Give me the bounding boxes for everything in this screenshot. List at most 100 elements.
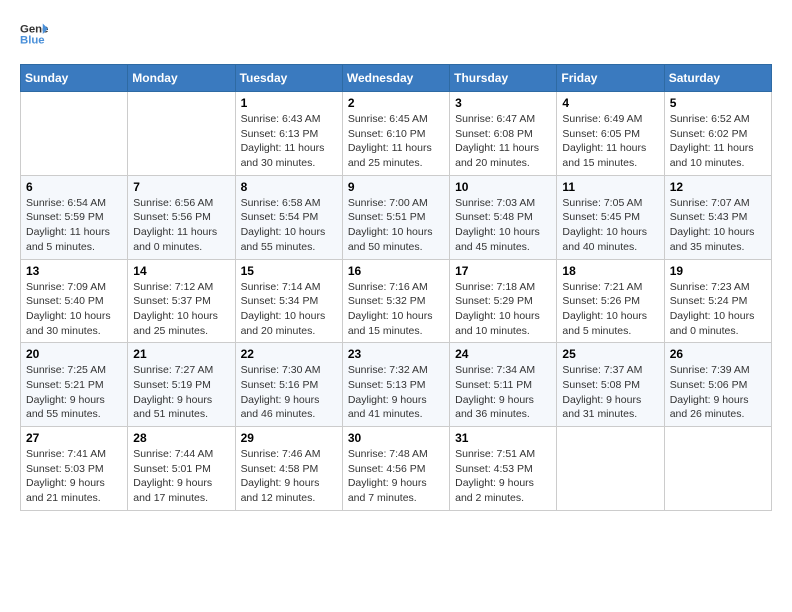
day-info: Sunrise: 7:46 AM Sunset: 4:58 PM Dayligh… (241, 447, 337, 506)
calendar-table: SundayMondayTuesdayWednesdayThursdayFrid… (20, 64, 772, 511)
weekday-header: Sunday (21, 65, 128, 92)
weekday-header: Friday (557, 65, 664, 92)
calendar-cell: 4 Sunrise: 6:49 AM Sunset: 6:05 PM Daylig… (557, 92, 664, 176)
day-info: Sunrise: 6:52 AM Sunset: 6:02 PM Dayligh… (670, 112, 766, 171)
calendar-cell: 26 Sunrise: 7:39 AM Sunset: 5:06 PM Dayli… (664, 343, 771, 427)
day-number: 16 (348, 264, 444, 278)
calendar-cell: 30 Sunrise: 7:48 AM Sunset: 4:56 PM Dayli… (342, 427, 449, 511)
day-number: 31 (455, 431, 551, 445)
weekday-header: Saturday (664, 65, 771, 92)
calendar-cell: 15Sunrise: 7:14 AM Sunset: 5:34 PM Dayli… (235, 259, 342, 343)
day-number: 23 (348, 347, 444, 361)
day-info: Sunrise: 7:18 AM Sunset: 5:29 PM Dayligh… (455, 280, 551, 339)
day-info: Sunrise: 7:00 AM Sunset: 5:51 PM Dayligh… (348, 196, 444, 255)
calendar-header: SundayMondayTuesdayWednesdayThursdayFrid… (21, 65, 772, 92)
calendar-cell: 3 Sunrise: 6:47 AM Sunset: 6:08 PM Daylig… (450, 92, 557, 176)
weekday-header: Wednesday (342, 65, 449, 92)
day-info: Sunrise: 6:47 AM Sunset: 6:08 PM Dayligh… (455, 112, 551, 171)
calendar-cell (21, 92, 128, 176)
day-number: 10 (455, 180, 551, 194)
day-number: 12 (670, 180, 766, 194)
day-info: Sunrise: 6:45 AM Sunset: 6:10 PM Dayligh… (348, 112, 444, 171)
day-number: 3 (455, 96, 551, 110)
day-info: Sunrise: 7:16 AM Sunset: 5:32 PM Dayligh… (348, 280, 444, 339)
calendar-cell (664, 427, 771, 511)
day-info: Sunrise: 7:12 AM Sunset: 5:37 PM Dayligh… (133, 280, 229, 339)
calendar-cell: 8 Sunrise: 6:58 AM Sunset: 5:54 PM Daylig… (235, 175, 342, 259)
day-number: 25 (562, 347, 658, 361)
day-info: Sunrise: 7:30 AM Sunset: 5:16 PM Dayligh… (241, 363, 337, 422)
day-info: Sunrise: 7:03 AM Sunset: 5:48 PM Dayligh… (455, 196, 551, 255)
day-number: 2 (348, 96, 444, 110)
calendar-cell: 25Sunrise: 7:37 AM Sunset: 5:08 PM Dayli… (557, 343, 664, 427)
calendar-cell: 24 Sunrise: 7:34 AM Sunset: 5:11 PM Dayli… (450, 343, 557, 427)
day-info: Sunrise: 6:49 AM Sunset: 6:05 PM Dayligh… (562, 112, 658, 171)
calendar-cell: 13 Sunrise: 7:09 AM Sunset: 5:40 PM Dayli… (21, 259, 128, 343)
day-info: Sunrise: 6:56 AM Sunset: 5:56 PM Dayligh… (133, 196, 229, 255)
day-number: 15 (241, 264, 337, 278)
calendar-cell: 28 Sunrise: 7:44 AM Sunset: 5:01 PM Dayli… (128, 427, 235, 511)
calendar-cell: 23 Sunrise: 7:32 AM Sunset: 5:13 PM Dayli… (342, 343, 449, 427)
day-number: 11 (562, 180, 658, 194)
day-info: Sunrise: 7:23 AM Sunset: 5:24 PM Dayligh… (670, 280, 766, 339)
day-info: Sunrise: 7:09 AM Sunset: 5:40 PM Dayligh… (26, 280, 122, 339)
day-info: Sunrise: 7:41 AM Sunset: 5:03 PM Dayligh… (26, 447, 122, 506)
day-number: 27 (26, 431, 122, 445)
calendar-cell: 7 Sunrise: 6:56 AM Sunset: 5:56 PM Daylig… (128, 175, 235, 259)
day-number: 5 (670, 96, 766, 110)
weekday-header: Thursday (450, 65, 557, 92)
day-info: Sunrise: 6:58 AM Sunset: 5:54 PM Dayligh… (241, 196, 337, 255)
day-number: 1 (241, 96, 337, 110)
calendar-cell: 10 Sunrise: 7:03 AM Sunset: 5:48 PM Dayli… (450, 175, 557, 259)
day-number: 30 (348, 431, 444, 445)
calendar-cell: 19 Sunrise: 7:23 AM Sunset: 5:24 PM Dayli… (664, 259, 771, 343)
day-number: 21 (133, 347, 229, 361)
calendar-cell: 29 Sunrise: 7:46 AM Sunset: 4:58 PM Dayli… (235, 427, 342, 511)
logo-icon: General Blue (20, 20, 48, 48)
page-header: General Blue (20, 20, 772, 48)
weekday-header: Tuesday (235, 65, 342, 92)
day-number: 19 (670, 264, 766, 278)
day-info: Sunrise: 7:48 AM Sunset: 4:56 PM Dayligh… (348, 447, 444, 506)
day-number: 20 (26, 347, 122, 361)
calendar-cell: 16 Sunrise: 7:16 AM Sunset: 5:32 PM Dayli… (342, 259, 449, 343)
day-number: 14 (133, 264, 229, 278)
day-number: 18 (562, 264, 658, 278)
calendar-cell: 2 Sunrise: 6:45 AM Sunset: 6:10 PM Daylig… (342, 92, 449, 176)
weekday-header: Monday (128, 65, 235, 92)
day-number: 9 (348, 180, 444, 194)
day-info: Sunrise: 7:32 AM Sunset: 5:13 PM Dayligh… (348, 363, 444, 422)
logo: General Blue (20, 20, 48, 48)
calendar-cell: 6 Sunrise: 6:54 AM Sunset: 5:59 PM Daylig… (21, 175, 128, 259)
calendar-cell: 5 Sunrise: 6:52 AM Sunset: 6:02 PM Daylig… (664, 92, 771, 176)
calendar-cell: 1 Sunrise: 6:43 AM Sunset: 6:13 PM Daylig… (235, 92, 342, 176)
calendar-cell: 18 Sunrise: 7:21 AM Sunset: 5:26 PM Dayli… (557, 259, 664, 343)
calendar-cell (557, 427, 664, 511)
day-number: 4 (562, 96, 658, 110)
calendar-cell: 31 Sunrise: 7:51 AM Sunset: 4:53 PM Dayli… (450, 427, 557, 511)
day-number: 13 (26, 264, 122, 278)
day-number: 8 (241, 180, 337, 194)
calendar-cell: 11Sunrise: 7:05 AM Sunset: 5:45 PM Dayli… (557, 175, 664, 259)
calendar-cell: 14 Sunrise: 7:12 AM Sunset: 5:37 PM Dayli… (128, 259, 235, 343)
day-number: 7 (133, 180, 229, 194)
day-number: 6 (26, 180, 122, 194)
day-info: Sunrise: 7:39 AM Sunset: 5:06 PM Dayligh… (670, 363, 766, 422)
day-number: 29 (241, 431, 337, 445)
day-info: Sunrise: 7:34 AM Sunset: 5:11 PM Dayligh… (455, 363, 551, 422)
day-number: 24 (455, 347, 551, 361)
day-info: Sunrise: 6:43 AM Sunset: 6:13 PM Dayligh… (241, 112, 337, 171)
day-number: 28 (133, 431, 229, 445)
calendar-cell: 22Sunrise: 7:30 AM Sunset: 5:16 PM Dayli… (235, 343, 342, 427)
day-info: Sunrise: 6:54 AM Sunset: 5:59 PM Dayligh… (26, 196, 122, 255)
day-info: Sunrise: 7:07 AM Sunset: 5:43 PM Dayligh… (670, 196, 766, 255)
calendar-cell: 12 Sunrise: 7:07 AM Sunset: 5:43 PM Dayli… (664, 175, 771, 259)
day-info: Sunrise: 7:25 AM Sunset: 5:21 PM Dayligh… (26, 363, 122, 422)
day-info: Sunrise: 7:44 AM Sunset: 5:01 PM Dayligh… (133, 447, 229, 506)
calendar-cell: 27 Sunrise: 7:41 AM Sunset: 5:03 PM Dayli… (21, 427, 128, 511)
calendar-cell: 17Sunrise: 7:18 AM Sunset: 5:29 PM Dayli… (450, 259, 557, 343)
day-number: 26 (670, 347, 766, 361)
calendar-cell (128, 92, 235, 176)
day-info: Sunrise: 7:51 AM Sunset: 4:53 PM Dayligh… (455, 447, 551, 506)
day-info: Sunrise: 7:21 AM Sunset: 5:26 PM Dayligh… (562, 280, 658, 339)
